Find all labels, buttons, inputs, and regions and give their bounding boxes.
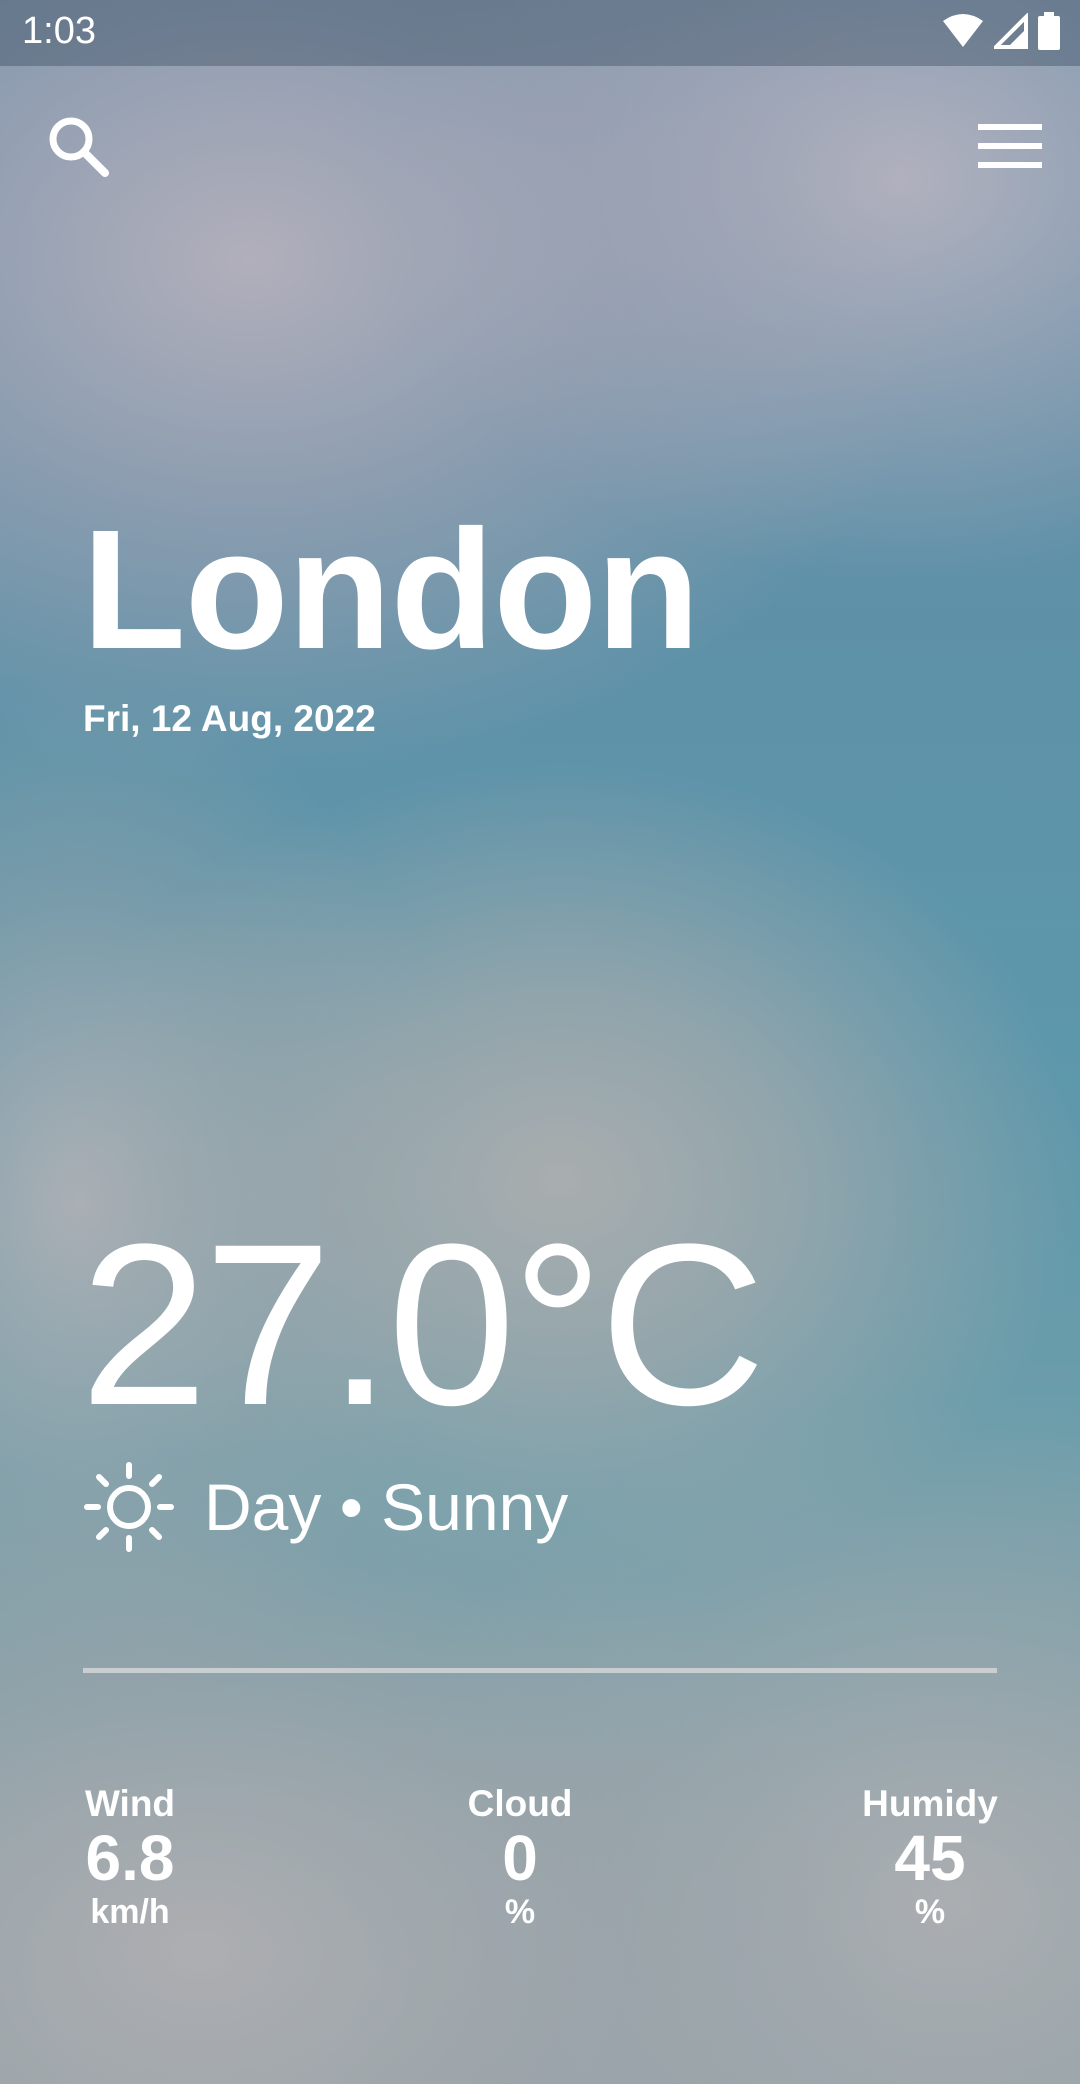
- menu-button[interactable]: [970, 106, 1050, 186]
- humidity-label: Humidy: [862, 1783, 998, 1824]
- wind-unit: km/h: [90, 1892, 170, 1931]
- status-time: 1:03: [22, 10, 96, 52]
- wind-stat: Wind 6.8 km/h: [70, 1783, 190, 1933]
- cloud-unit: %: [504, 1892, 536, 1931]
- humidity-value: 45: [894, 1821, 966, 1894]
- wifi-icon: [943, 14, 983, 47]
- cloud-value: 0: [502, 1821, 538, 1894]
- date-label: Fri, 12 Aug, 2022: [83, 698, 376, 739]
- cloud-stat: Cloud 0 %: [450, 1783, 590, 1933]
- city-name: London: [82, 495, 700, 685]
- search-icon: [49, 117, 109, 177]
- status-icons: [942, 12, 1060, 50]
- condition-row: Day • Sunny: [84, 1462, 568, 1552]
- battery-icon: [1038, 12, 1060, 50]
- wind-value: 6.8: [85, 1821, 175, 1894]
- signal-icon: [994, 13, 1028, 49]
- menu-icon: [978, 124, 1042, 168]
- status-bar: 1:03: [0, 0, 1080, 66]
- humidity-stat: Humidy 45 %: [850, 1783, 1010, 1933]
- wind-label: Wind: [84, 1783, 176, 1824]
- humidity-unit: %: [914, 1892, 946, 1931]
- sun-icon: [84, 1462, 174, 1552]
- weather-screen: 1:03 London Fri, 12 Aug, 2022 27.0°C Day…: [0, 0, 1080, 2084]
- search-button[interactable]: [38, 106, 118, 186]
- temperature-value: 27.0°C: [80, 1196, 766, 1453]
- condition-text: Day • Sunny: [204, 1470, 569, 1544]
- divider: [83, 1668, 997, 1673]
- cloud-label: Cloud: [467, 1783, 573, 1824]
